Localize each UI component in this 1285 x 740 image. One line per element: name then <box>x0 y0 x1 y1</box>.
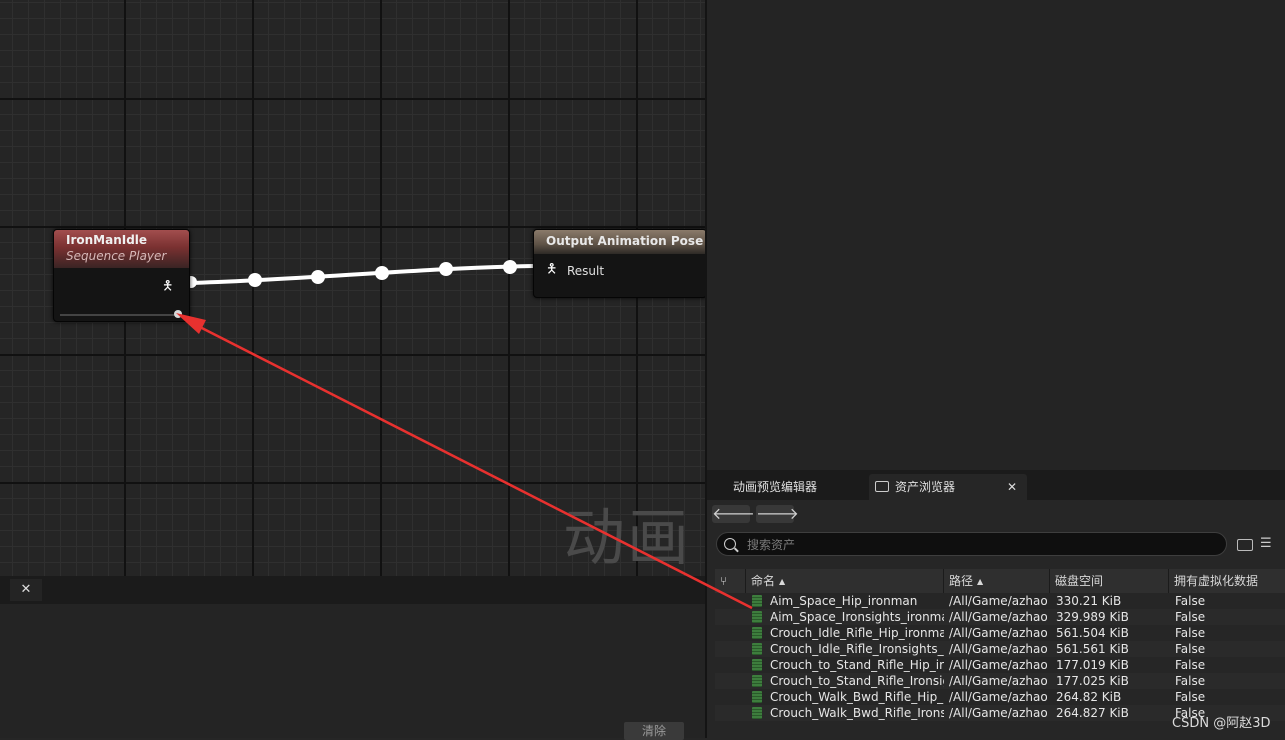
bottom-left-panel <box>0 604 705 738</box>
table-row[interactable]: Crouch_Walk_Bwd_Rifle_Hip_ironman/All/Ga… <box>715 689 1285 705</box>
asset-virtualized: False <box>1175 594 1206 608</box>
asset-disk-size: 330.21 KiB <box>1056 594 1122 608</box>
pose-input-pin-icon[interactable]: 🯅 <box>546 263 558 277</box>
node-title: IronManIdle <box>66 233 148 247</box>
node-header: Output Animation Pose <box>534 230 705 254</box>
asset-path: /All/Game/azhao <box>949 626 1047 640</box>
column-virtualized[interactable]: 拥有虚拟化数据 <box>1168 569 1285 593</box>
anim-sequence-icon <box>752 643 762 655</box>
asset-disk-size: 264.82 KiB <box>1056 690 1122 704</box>
column-path[interactable]: 路径 ▲ <box>943 569 1049 593</box>
asset-virtualized: False <box>1175 610 1206 624</box>
bottom-left-tabbar: ✕ <box>0 576 705 604</box>
asset-virtualized: False <box>1175 690 1206 704</box>
asset-name: Crouch_Walk_Bwd_Rifle_Hip_ironman <box>770 690 944 704</box>
column-label: 路径 <box>949 574 974 588</box>
output-animation-pose-node[interactable]: Output Animation Pose 🯅 Result <box>533 229 705 298</box>
asset-name: Aim_Space_Hip_ironman <box>770 594 918 608</box>
asset-virtualized: False <box>1175 658 1206 672</box>
tab-asset-browser[interactable]: 资产浏览器 ✕ <box>869 474 1027 500</box>
asset-browser-body: 🡐 🡒 ☰ ⑂ 命名▲ 路径▲ 磁盘空间 拥有虚拟化数据 Aim_Space_H… <box>707 500 1285 738</box>
close-icon[interactable]: ✕ <box>10 579 42 601</box>
asset-disk-size: 177.019 KiB <box>1056 658 1129 672</box>
asset-path: /All/Game/azhao <box>949 706 1047 720</box>
column-label: 命名 <box>751 574 776 588</box>
anim-sequence-icon <box>752 611 762 623</box>
table-row[interactable]: Crouch_Idle_Rifle_Ironsights_ironman/All… <box>715 641 1285 657</box>
asset-virtualized: False <box>1175 642 1206 656</box>
asset-table-rows: Aim_Space_Hip_ironman/All/Game/azhao 330.… <box>715 593 1285 721</box>
tab-label: 资产浏览器 <box>895 480 956 494</box>
folder-options-icon[interactable] <box>1237 539 1253 551</box>
anim-sequence-icon <box>752 659 762 671</box>
search-box[interactable] <box>716 532 1227 556</box>
table-row[interactable]: Crouch_Idle_Rifle_Hip_ironman/All/Game/a… <box>715 625 1285 641</box>
asset-disk-size: 561.504 KiB <box>1056 626 1129 640</box>
asset-name: Crouch_to_Stand_Rifle_Ironsights_ironman <box>770 674 944 688</box>
result-pin-label: Result <box>567 264 605 278</box>
table-row[interactable]: Crouch_to_Stand_Rifle_Hip_ironman/All/Ga… <box>715 657 1285 673</box>
sort-asc-icon: ▲ <box>779 577 786 586</box>
node-subtitle: Sequence Player <box>66 249 167 263</box>
asset-name: Crouch_to_Stand_Rifle_Hip_ironman <box>770 658 944 672</box>
column-name[interactable]: 命名 ▲ <box>745 569 943 593</box>
table-row[interactable]: Aim_Space_Ironsights_ironman/All/Game/az… <box>715 609 1285 625</box>
sort-asc-icon: ▲ <box>977 577 984 586</box>
anim-sequence-icon <box>752 675 762 687</box>
column-disk-size[interactable]: 磁盘空间 <box>1049 569 1168 593</box>
asset-path: /All/Game/azhao <box>949 610 1047 624</box>
asset-virtualized: False <box>1175 674 1206 688</box>
table-row[interactable]: Crouch_to_Stand_Rifle_Ironsights_ironman… <box>715 673 1285 689</box>
asset-path: /All/Game/azhao <box>949 674 1047 688</box>
tab-anim-preview-editor[interactable]: 动画预览编辑器 <box>721 474 829 500</box>
node-title: Output Animation Pose <box>546 234 704 248</box>
clear-button[interactable]: 清除 <box>624 722 684 740</box>
branch-icon[interactable]: ⑂ <box>715 569 745 593</box>
asset-path: /All/Game/azhao <box>949 594 1047 608</box>
asset-browser-panel: 动画预览编辑器 资产浏览器 ✕ 🡐 🡒 ☰ ⑂ 命名▲ 路径▲ 磁盘空间 拥有虚… <box>707 470 1285 738</box>
asset-name: Crouch_Idle_Rifle_Hip_ironman <box>770 626 944 640</box>
anim-graph-canvas[interactable]: 动画 IronManIdle Sequence Player 🯅 Output … <box>0 0 705 576</box>
playback-position-track <box>60 314 178 316</box>
folder-icon <box>875 481 889 492</box>
search-input[interactable] <box>745 535 1209 555</box>
asset-path: /All/Game/azhao <box>949 690 1047 704</box>
preview-viewport-panel <box>707 0 1285 470</box>
search-icon <box>724 538 736 550</box>
asset-path: /All/Game/azhao <box>949 658 1047 672</box>
asset-name: Aim_Space_Ironsights_ironman <box>770 610 944 624</box>
sequence-player-node[interactable]: IronManIdle Sequence Player 🯅 <box>53 229 190 322</box>
asset-disk-size: 561.561 KiB <box>1056 642 1129 656</box>
asset-name: Crouch_Walk_Bwd_Rifle_Ironsights_ironman <box>770 706 944 720</box>
table-row[interactable]: Aim_Space_Hip_ironman/All/Game/azhao 330.… <box>715 593 1285 609</box>
asset-virtualized: False <box>1175 626 1206 640</box>
forward-button[interactable]: 🡒 <box>756 505 799 523</box>
anim-sequence-icon <box>752 595 762 607</box>
anim-sequence-icon <box>752 707 762 719</box>
back-button[interactable]: 🡐 <box>712 505 755 523</box>
asset-disk-size: 177.025 KiB <box>1056 674 1129 688</box>
playback-position-knob[interactable] <box>174 310 182 318</box>
close-icon[interactable]: ✕ <box>1007 474 1017 500</box>
asset-disk-size: 329.989 KiB <box>1056 610 1129 624</box>
anim-sequence-icon <box>752 691 762 703</box>
filter-icon[interactable]: ☰ <box>1260 537 1274 551</box>
node-header: IronManIdle Sequence Player <box>54 230 189 268</box>
asset-disk-size: 264.827 KiB <box>1056 706 1129 720</box>
pose-output-pin-icon[interactable]: 🯅 <box>162 280 174 294</box>
asset-table-header: ⑂ 命名 ▲ 路径 ▲ 磁盘空间 拥有虚拟化数据 <box>715 569 1285 593</box>
asset-path: /All/Game/azhao <box>949 642 1047 656</box>
anim-sequence-icon <box>752 627 762 639</box>
asset-name: Crouch_Idle_Rifle_Ironsights_ironman <box>770 642 944 656</box>
csdn-watermark: CSDN @阿赵3D <box>1172 716 1271 731</box>
